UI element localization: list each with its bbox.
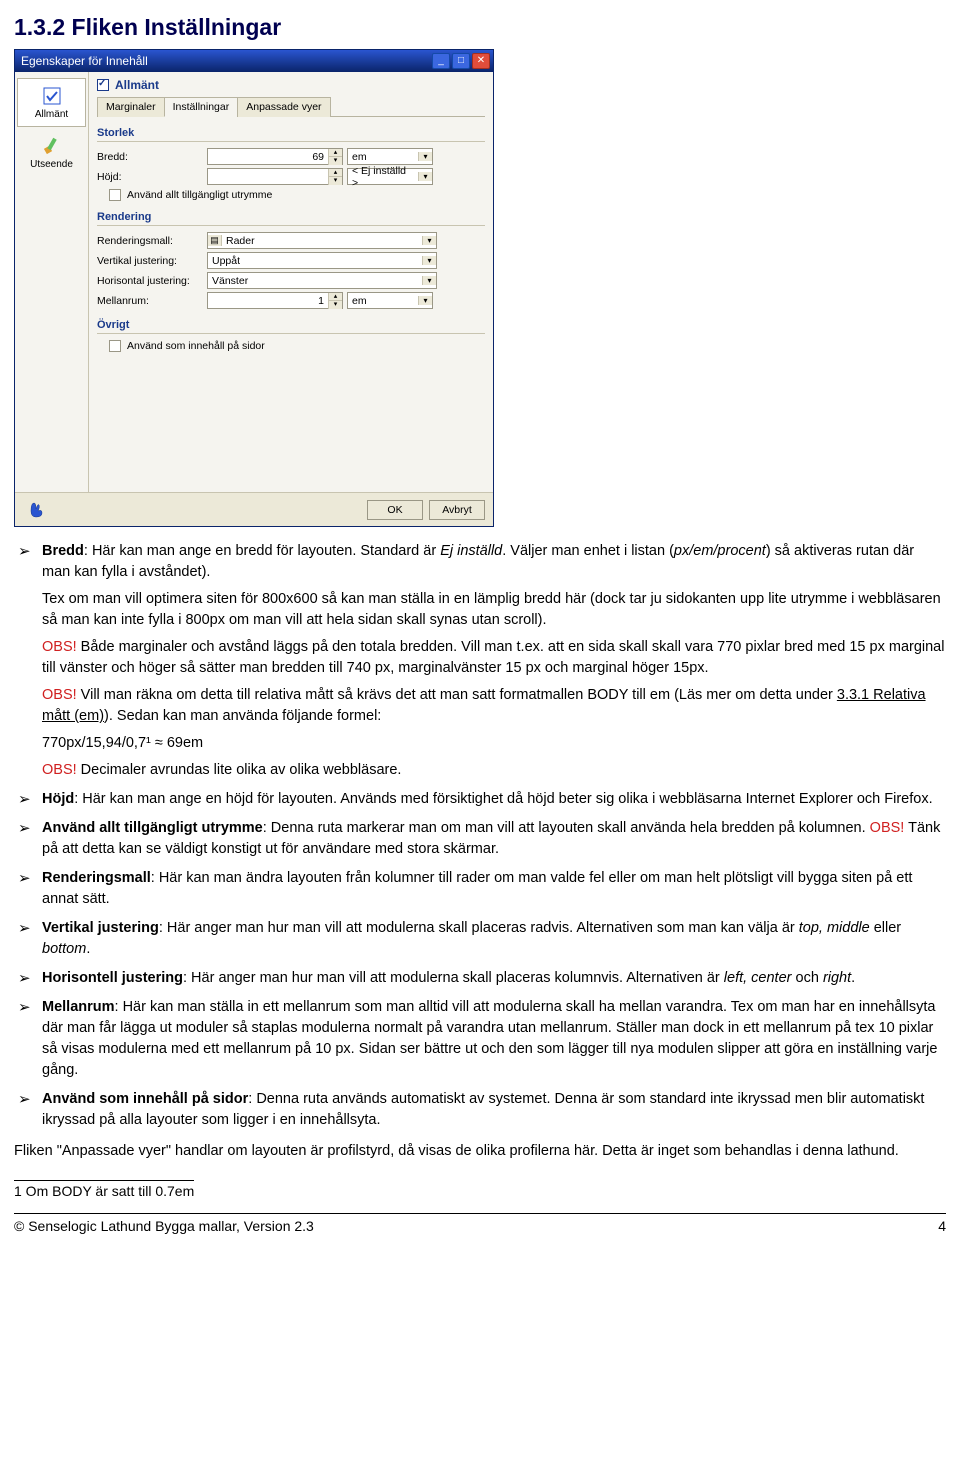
- panel-header: Allmänt: [97, 78, 485, 92]
- list-icon: ▤: [208, 235, 222, 246]
- mellanrum-unit-value: em: [348, 295, 418, 307]
- bredd-label: Bredd:: [97, 151, 207, 163]
- bredd-p2: Tex om man vill optimera siten för 800x6…: [42, 589, 946, 631]
- chevron-down-icon: ▾: [418, 152, 432, 161]
- hojd-label: Höjd:: [97, 171, 207, 183]
- bullet-bredd: Bredd: Här kan man ange en bredd för lay…: [18, 541, 946, 781]
- bredd-value: 69: [208, 151, 328, 163]
- hojd-input[interactable]: ▴▾: [207, 168, 343, 185]
- chevron-down-icon: ▾: [422, 276, 436, 285]
- bredd-input[interactable]: 69 ▴▾: [207, 148, 343, 165]
- bullet-lead: Mellanrum: [42, 999, 115, 1015]
- group-rendering-title: Rendering: [97, 211, 485, 223]
- hojd-unit-select[interactable]: < Ej inställd > ▾: [347, 168, 433, 185]
- bullet-hojd: Höjd: Här kan man ange en höjd för layou…: [18, 789, 946, 810]
- horisontal-select[interactable]: Vänster ▾: [207, 272, 437, 289]
- mellanrum-unit-select[interactable]: em ▾: [347, 292, 433, 309]
- minimize-button[interactable]: _: [432, 53, 450, 69]
- sidebar-item-label: Utseende: [30, 159, 73, 170]
- bullet-horis: Horisontell justering: Här anger man hur…: [18, 968, 946, 989]
- renderingsmall-select[interactable]: ▤ Rader ▾: [207, 232, 437, 249]
- mellanrum-value: 1: [208, 295, 328, 307]
- bredd-unit-value: em: [348, 151, 418, 163]
- window-title: Egenskaper för Innehåll: [21, 54, 430, 68]
- ok-button[interactable]: OK: [367, 500, 423, 520]
- chevron-down-icon: ▾: [422, 256, 436, 265]
- page-footer-left: © Senselogic Lathund Bygga mallar, Versi…: [14, 1218, 938, 1234]
- bullet-vert: Vertikal justering: Här anger man hur ma…: [18, 918, 946, 960]
- section-heading: 1.3.2 Fliken Inställningar: [14, 14, 946, 41]
- hojd-spinner[interactable]: ▴▾: [328, 169, 342, 185]
- mellanrum-spinner[interactable]: ▴▾: [328, 293, 342, 309]
- tab-installningar[interactable]: Inställningar: [164, 97, 239, 117]
- tab-marginaler[interactable]: Marginaler: [97, 97, 165, 117]
- bullet-mellan: Mellanrum: Här kan man ställa in ett mel…: [18, 997, 946, 1081]
- renderingsmall-label: Renderingsmall:: [97, 235, 207, 247]
- cancel-button[interactable]: Avbryt: [429, 500, 485, 520]
- page-footer-rule: [14, 1213, 946, 1214]
- maximize-button[interactable]: □: [452, 53, 470, 69]
- horisontal-label: Horisontal justering:: [97, 275, 207, 287]
- bullet-allt: Använd allt tillgängligt utrymme: Denna …: [18, 818, 946, 860]
- sidebar-item-allmant[interactable]: Allmänt: [17, 78, 86, 127]
- general-icon: [41, 85, 63, 107]
- panel-header-check-icon: [97, 79, 109, 91]
- panel-title: Allmänt: [115, 78, 159, 92]
- chevron-down-icon: ▾: [418, 296, 432, 305]
- bullet-lead: Använd som innehåll på sidor: [42, 1091, 248, 1107]
- vertikal-label: Vertikal justering:: [97, 255, 207, 267]
- mellanrum-label: Mellanrum:: [97, 295, 207, 307]
- tab-row: Marginaler Inställningar Anpassade vyer: [97, 96, 485, 117]
- page-footer: © Senselogic Lathund Bygga mallar, Versi…: [14, 1218, 946, 1234]
- bullet-lead: Använd allt tillgängligt utrymme: [42, 820, 263, 836]
- chevron-down-icon: ▾: [422, 236, 436, 245]
- renderingsmall-value: Rader: [222, 235, 422, 247]
- final-paragraph: Fliken "Anpassade vyer" handlar om layou…: [14, 1141, 946, 1162]
- group-ovrigt-title: Övrigt: [97, 319, 485, 331]
- sidebar-item-label: Allmänt: [35, 109, 68, 120]
- bullet-lead: Renderingsmall: [42, 870, 151, 886]
- sidebar-item-utseende[interactable]: Utseende: [15, 129, 88, 176]
- tab-anpassade-vyer[interactable]: Anpassade vyer: [237, 97, 330, 117]
- hojd-unit-value: < Ej inställd >: [348, 165, 418, 189]
- bullet-list: Bredd: Här kan man ange en bredd för lay…: [18, 541, 946, 1131]
- titlebar: Egenskaper för Innehåll _ □ ✕: [15, 50, 493, 72]
- appearance-icon: [41, 135, 63, 157]
- window-footer: OK Avbryt: [15, 492, 493, 526]
- bredd-obs2: OBS! Vill man räkna om detta till relati…: [42, 685, 946, 727]
- bullet-lead: Horisontell justering: [42, 970, 183, 986]
- bullet-lead: Bredd: [42, 543, 84, 559]
- panel: Allmänt Marginaler Inställningar Anpassa…: [89, 72, 493, 492]
- use-all-space-checkbox[interactable]: [109, 189, 121, 201]
- mellanrum-input[interactable]: 1 ▴▾: [207, 292, 343, 309]
- footnote: 1 Om BODY är satt till 0.7em: [14, 1183, 946, 1199]
- vertikal-select[interactable]: Uppåt ▾: [207, 252, 437, 269]
- hand-icon: [27, 499, 49, 521]
- anvand-som-label: Använd som innehåll på sidor: [127, 340, 265, 352]
- bullet-lead: Höjd: [42, 791, 74, 807]
- close-button[interactable]: ✕: [472, 53, 490, 69]
- bredd-spinner[interactable]: ▴▾: [328, 149, 342, 165]
- page-number: 4: [938, 1218, 946, 1234]
- bredd-obs3: OBS! Decimaler avrundas lite olika av ol…: [42, 760, 946, 781]
- bredd-formula: 770px/15,94/0,7¹ ≈ 69em: [42, 733, 946, 754]
- sidebar: Allmänt Utseende: [15, 72, 89, 492]
- use-all-space-label: Använd allt tillgängligt utrymme: [127, 189, 272, 201]
- properties-window: Egenskaper för Innehåll _ □ ✕ Allmänt Ut…: [14, 49, 494, 527]
- footnote-rule: [14, 1180, 194, 1181]
- bredd-obs1: OBS! Både marginaler och avstånd läggs p…: [42, 637, 946, 679]
- chevron-down-icon: ▾: [418, 172, 432, 181]
- bullet-rendmall: Renderingsmall: Här kan man ändra layout…: [18, 868, 946, 910]
- horisontal-value: Vänster: [208, 275, 422, 287]
- bredd-unit-select[interactable]: em ▾: [347, 148, 433, 165]
- vertikal-value: Uppåt: [208, 255, 422, 267]
- anvand-som-checkbox[interactable]: [109, 340, 121, 352]
- group-storlek-title: Storlek: [97, 127, 485, 139]
- bullet-lead: Vertikal justering: [42, 920, 159, 936]
- bullet-anvsom: Använd som innehåll på sidor: Denna ruta…: [18, 1089, 946, 1131]
